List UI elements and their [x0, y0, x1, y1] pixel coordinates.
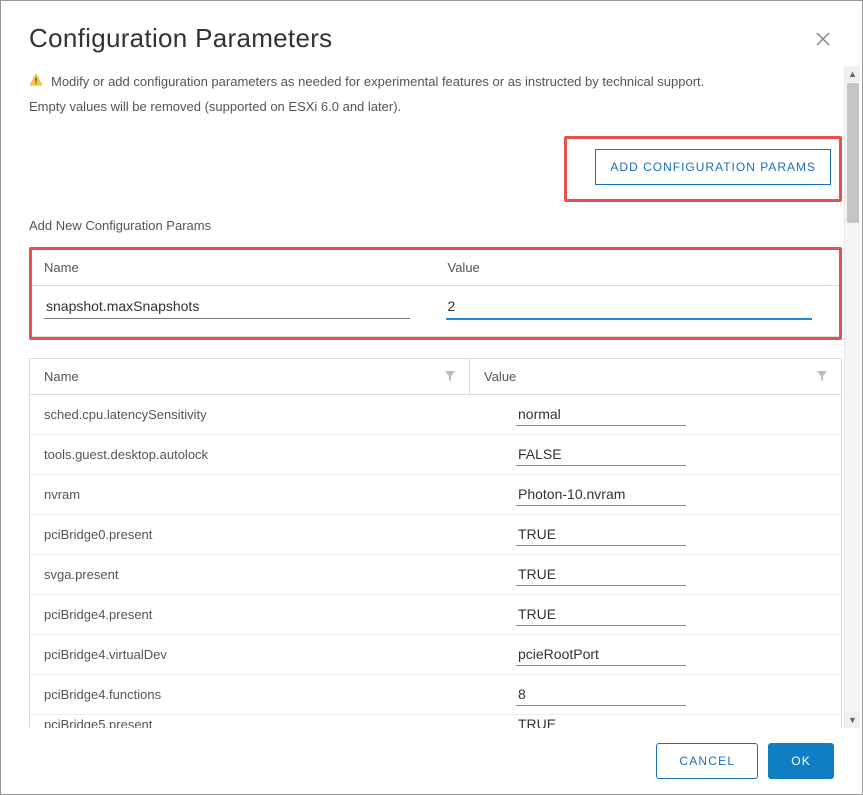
param-name: pciBridge0.present — [30, 519, 502, 550]
add-params-highlight: ADD CONFIGURATION PARAMS — [564, 136, 842, 202]
param-value-input[interactable] — [516, 483, 686, 506]
col-name-header: Name — [44, 369, 79, 384]
col-value-header: Value — [484, 369, 516, 384]
param-name: nvram — [30, 479, 502, 510]
table-header: Name Value — [30, 359, 841, 395]
param-name: sched.cpu.latencySensitivity — [30, 399, 502, 430]
table-row: pciBridge4.functions — [30, 675, 841, 715]
param-name: pciBridge4.virtualDev — [30, 639, 502, 670]
param-value-input[interactable] — [516, 643, 686, 666]
scrollbar-thumb[interactable] — [847, 83, 859, 223]
dialog-config-parameters: Configuration Parameters Modify or add c… — [0, 0, 863, 795]
ok-button[interactable]: OK — [768, 743, 834, 779]
new-param-name-header: Name — [32, 250, 436, 285]
table-row: pciBridge4.present — [30, 595, 841, 635]
param-value-input[interactable] — [516, 523, 686, 546]
scroll-up-arrow-icon[interactable]: ▲ — [845, 66, 860, 82]
param-name: pciBridge5.present — [30, 715, 502, 728]
add-config-params-button[interactable]: ADD CONFIGURATION PARAMS — [595, 149, 831, 185]
dialog-title: Configuration Parameters — [29, 23, 332, 54]
new-params-header: Name Value — [32, 250, 839, 286]
scroll-content: Modify or add configuration parameters a… — [29, 66, 842, 728]
table-row: pciBridge5.present — [30, 715, 841, 728]
config-params-table: Name Value sched.cpu.latencySensitivity — [29, 358, 842, 728]
table-row: sched.cpu.latencySensitivity — [30, 395, 841, 435]
table-row: pciBridge4.virtualDev — [30, 635, 841, 675]
table-row: pciBridge0.present — [30, 515, 841, 555]
param-value-input[interactable] — [516, 403, 686, 426]
param-value-input[interactable] — [516, 715, 686, 728]
param-name: pciBridge4.functions — [30, 679, 502, 710]
scrollbar[interactable]: ▲ ▼ — [844, 66, 860, 728]
new-param-value-input[interactable] — [446, 294, 812, 320]
filter-icon[interactable] — [445, 369, 455, 384]
param-name: pciBridge4.present — [30, 599, 502, 630]
close-icon[interactable] — [812, 28, 834, 50]
new-param-value-header: Value — [436, 250, 840, 285]
table-row: nvram — [30, 475, 841, 515]
param-name: svga.present — [30, 559, 502, 590]
new-params-row — [32, 286, 839, 337]
param-value-input[interactable] — [516, 443, 686, 466]
warning-text: Modify or add configuration parameters a… — [51, 72, 704, 93]
scroll-area: Modify or add configuration parameters a… — [1, 66, 862, 728]
new-params-highlight: Name Value — [29, 247, 842, 340]
param-value-input[interactable] — [516, 563, 686, 586]
cancel-button[interactable]: CANCEL — [656, 743, 758, 779]
dialog-footer: CANCEL OK — [1, 728, 862, 794]
warning-row: Modify or add configuration parameters a… — [29, 72, 842, 93]
filter-icon[interactable] — [817, 369, 827, 384]
dialog-header: Configuration Parameters — [1, 1, 862, 66]
param-name: tools.guest.desktop.autolock — [30, 439, 502, 470]
table-row: svga.present — [30, 555, 841, 595]
new-param-name-input[interactable] — [44, 294, 410, 319]
add-new-section-label: Add New Configuration Params — [29, 218, 842, 233]
scroll-down-arrow-icon[interactable]: ▼ — [845, 712, 860, 728]
subnote-text: Empty values will be removed (supported … — [29, 97, 842, 118]
param-value-input[interactable] — [516, 603, 686, 626]
param-value-input[interactable] — [516, 683, 686, 706]
warning-icon — [29, 73, 43, 90]
table-row: tools.guest.desktop.autolock — [30, 435, 841, 475]
